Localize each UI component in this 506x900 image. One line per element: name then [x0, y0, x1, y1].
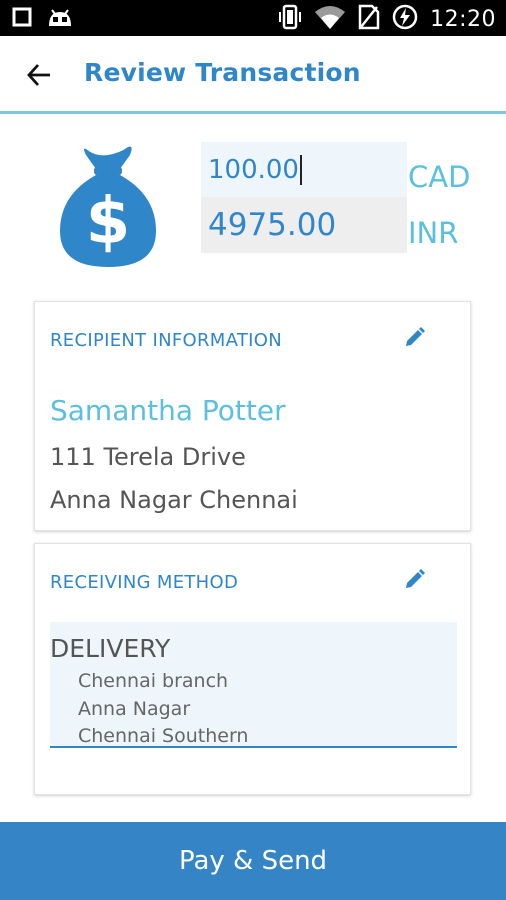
- send-amount-value: 100.00: [208, 155, 299, 185]
- pay-and-send-button[interactable]: Pay & Send: [0, 822, 506, 900]
- method-detail-line: Chennai branch: [78, 670, 229, 692]
- recipient-address-line1: 111 Terela Drive: [50, 443, 246, 471]
- back-button[interactable]: [22, 58, 56, 92]
- recipient-heading: RECIPIENT INFORMATION: [50, 330, 282, 351]
- page-title: Review Transaction: [84, 58, 361, 87]
- receiving-method-card: RECEIVING METHOD DELIVERY Chennai branch…: [34, 543, 471, 795]
- android-icon: [46, 6, 74, 32]
- app-bar: Review Transaction: [0, 36, 506, 112]
- header-divider: [0, 111, 506, 114]
- edit-receiving-method-button[interactable]: [404, 568, 426, 590]
- method-type: DELIVERY: [50, 634, 171, 663]
- square-icon: [12, 7, 32, 31]
- vibrate-icon: [278, 4, 302, 34]
- recipient-card: RECIPIENT INFORMATION Samantha Potter 11…: [34, 301, 471, 531]
- receiving-method-field[interactable]: DELIVERY Chennai branch Anna Nagar Chenn…: [50, 622, 457, 748]
- receiving-method-heading: RECEIVING METHOD: [50, 572, 239, 593]
- wifi-icon: [314, 4, 346, 34]
- battery-charging-icon: [392, 4, 418, 34]
- text-caret: [299, 155, 302, 185]
- money-bag-icon: $: [56, 143, 160, 269]
- edit-recipient-button[interactable]: [404, 326, 426, 348]
- send-amount-input[interactable]: 100.00: [201, 142, 407, 198]
- recipient-address-line2: Anna Nagar Chennai: [50, 486, 298, 514]
- svg-text:$: $: [86, 185, 131, 259]
- receive-amount-value: 4975.00: [208, 207, 337, 243]
- receive-amount-field: 4975.00: [201, 197, 407, 253]
- recipient-name: Samantha Potter: [50, 394, 286, 427]
- status-bar: 12:20: [0, 0, 506, 36]
- arrow-back-icon: [27, 64, 50, 86]
- no-sim-icon: [358, 4, 380, 34]
- send-currency: CAD: [408, 160, 471, 194]
- status-time: 12:20: [430, 6, 496, 32]
- pencil-icon: [406, 327, 425, 346]
- receive-currency: INR: [408, 216, 459, 250]
- pencil-icon: [406, 569, 425, 588]
- method-detail-line: Anna Nagar: [78, 698, 191, 720]
- method-detail-line: Chennai Southern: [78, 725, 249, 747]
